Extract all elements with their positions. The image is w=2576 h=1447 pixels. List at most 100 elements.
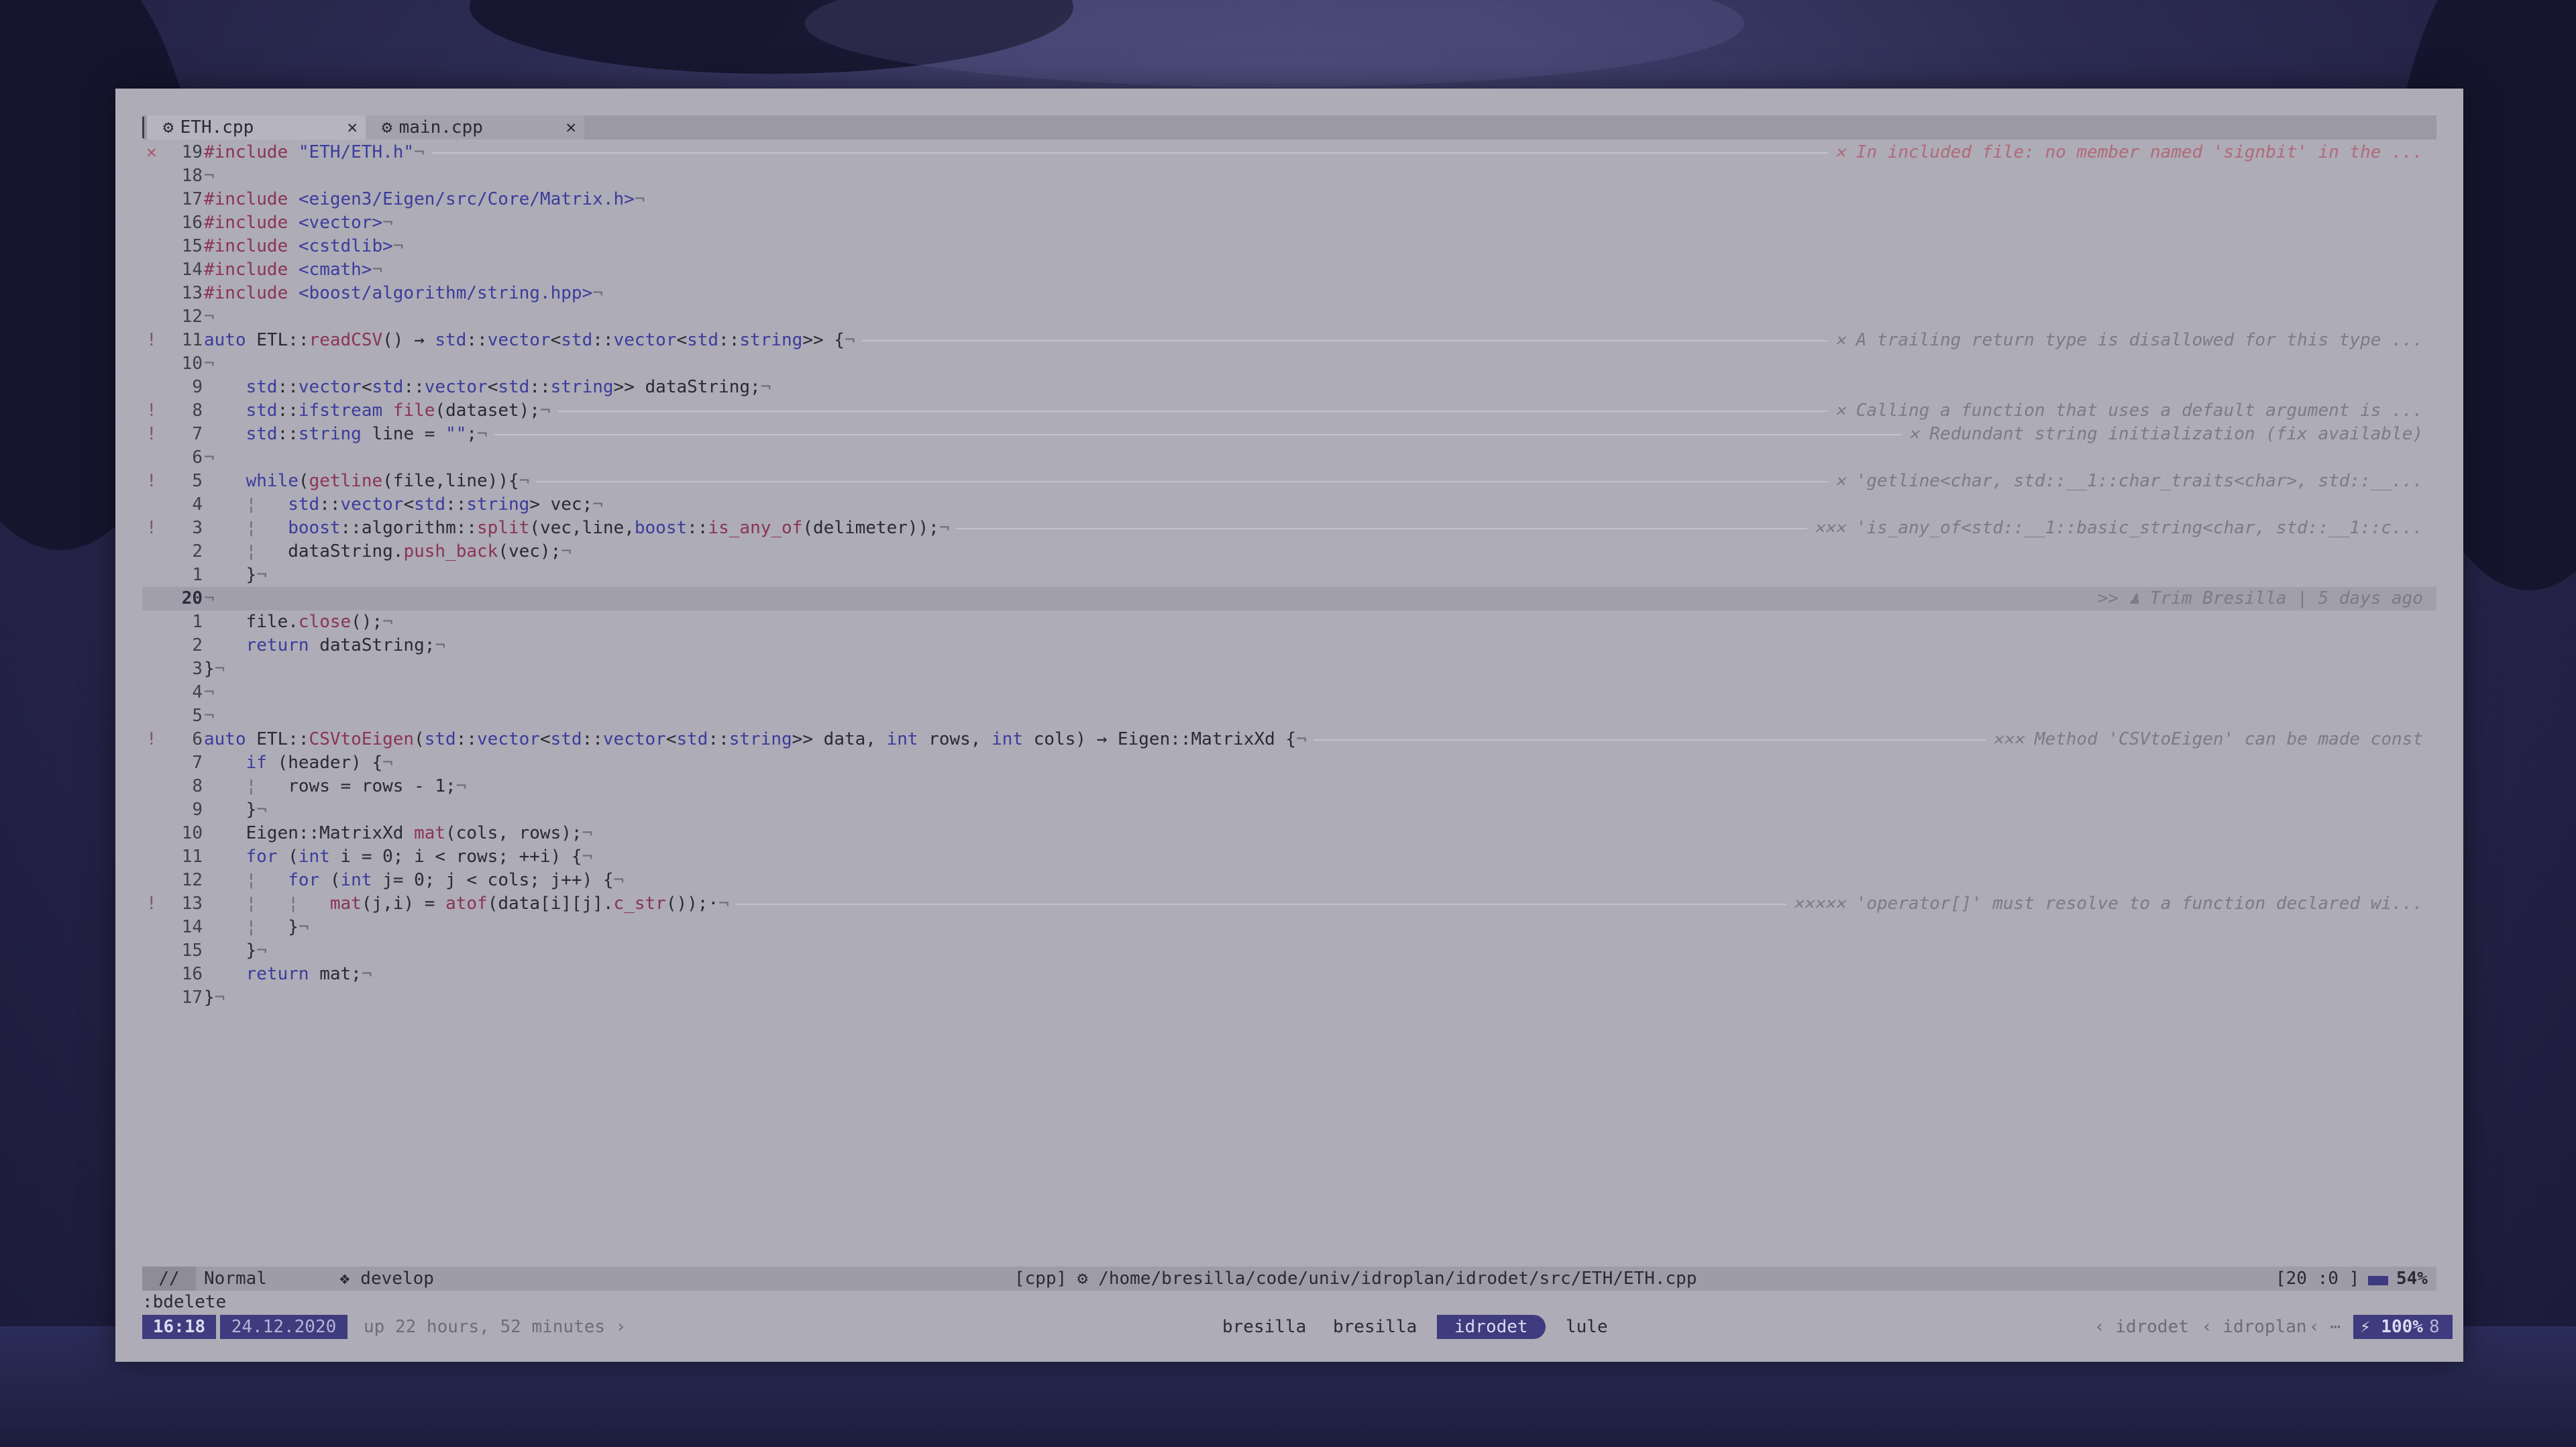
code-text: #include <eigen3/Eigen/src/Core/Matrix.h… [204, 189, 645, 209]
tab-eth-cpp[interactable]: ⚙ ETH.cpp ✕ [147, 115, 366, 140]
code-line[interactable]: 1 file.close();¬ [142, 610, 2436, 634]
code-text: #include <boost/algorithm/string.hpp>¬ [204, 283, 603, 303]
line-number: 8 [192, 776, 203, 796]
line-number: 3 [192, 659, 203, 679]
code-line[interactable]: 2 ¦ dataString.push_back(vec);¬ [142, 540, 2436, 564]
code-line[interactable]: 10 Eigen::MatrixXd mat(cols, rows);¬ [142, 822, 2436, 845]
line-number: 9 [192, 800, 203, 820]
line-number: 20 [181, 588, 203, 608]
line-number: 16 [181, 213, 203, 233]
code-line[interactable]: 2 return dataString;¬ [142, 634, 2436, 657]
code-line[interactable]: ✕ 19 #include "ETH/ETH.h"¬ ✕ In included fi… [142, 141, 2436, 164]
code-line[interactable]: 7 if (header) {¬ [142, 751, 2436, 775]
code-line[interactable]: ! 7 std::string line = "";¬ ✕ Redundant st… [142, 423, 2436, 446]
cursor-position: [20 :0 ] [2275, 1269, 2360, 1289]
code-text: return mat;¬ [246, 964, 372, 984]
line-number: 4 [192, 494, 203, 515]
code-line[interactable]: 1 }¬ [142, 564, 2436, 587]
code-text: ¬ [204, 706, 215, 726]
code-line[interactable]: ! 13 ¦ ¦ mat(j,i) = atof(data[i][j].c_str… [142, 892, 2436, 916]
code-text: ¬ [204, 354, 215, 374]
line-number: 4 [192, 682, 203, 702]
diagnostic-connector [956, 528, 1808, 529]
code-line[interactable]: 11 for (int i = 0; i < rows; ++i) {¬ [142, 845, 2436, 869]
line-number: 5 [192, 471, 203, 491]
tmux-window-1[interactable]: bresilla [1222, 1315, 1306, 1339]
code-text: std::string line = "";¬ [246, 424, 488, 444]
command-line[interactable]: :bdelete [142, 1291, 226, 1314]
code-editor[interactable]: ✕ 19 #include "ETH/ETH.h"¬ ✕ In included fi… [142, 141, 2436, 1335]
code-line[interactable]: 17}¬ [142, 986, 2436, 1010]
line-number: 3 [192, 518, 203, 538]
code-line[interactable]: ! 3 ¦ boost::algorithm::split(vec,line,bo… [142, 517, 2436, 540]
close-icon[interactable]: ✕ [347, 117, 358, 138]
line-number: 6 [192, 729, 203, 749]
status-separator: // [142, 1267, 196, 1291]
battery-indicator: ⚡ 100% [2353, 1315, 2430, 1339]
code-text: }¬ [204, 987, 225, 1008]
line-number: 6 [192, 447, 203, 468]
warning-sign-icon: ! [146, 518, 157, 538]
line-number: 13 [181, 283, 203, 303]
scroll-percent: 54% [2396, 1269, 2428, 1289]
code-text: for (int i = 0; i < rows; ++i) {¬ [246, 847, 593, 867]
code-text: ¦ std::vector<std::string> vec;¬ [246, 494, 603, 515]
path-segment: ‹ ⋯ [2309, 1317, 2341, 1337]
code-line[interactable]: 4 ¦ std::vector<std::string> vec;¬ [142, 493, 2436, 517]
code-line[interactable]: ! 6 auto ETL::CSVtoEigen(std::vector<std::… [142, 728, 2436, 751]
code-line[interactable]: 15 }¬ [142, 939, 2436, 963]
date: 24.12.2020 [220, 1315, 347, 1339]
code-line[interactable]: 15 #include <cstdlib>¬ [142, 235, 2436, 258]
code-line[interactable]: 10 ¬ [142, 352, 2436, 376]
diagnostic-message: ✕ Calling a function that uses a default… [1835, 400, 2423, 421]
code-line[interactable]: ! 8 std::ifstream file(dataset);¬ ✕ Callin… [142, 399, 2436, 423]
tmux-window-2[interactable]: bresilla [1333, 1315, 1417, 1339]
clock: 16:18 [142, 1315, 216, 1339]
mode-indicator: Normal [204, 1269, 267, 1289]
code-line[interactable]: 5 ¬ [142, 704, 2436, 728]
warning-sign-icon: ! [146, 471, 157, 491]
tmux-window-4[interactable]: lule [1566, 1315, 1608, 1339]
code-line[interactable]: 9 }¬ [142, 798, 2436, 822]
code-line[interactable]: 16 #include <vector>¬ [142, 211, 2436, 235]
close-icon[interactable]: ✕ [566, 117, 576, 138]
tabbar-cursor [142, 117, 144, 138]
code-line[interactable]: 8 ¦ rows = rows - 1;¬ [142, 775, 2436, 798]
git-branch: ❖ develop [339, 1269, 434, 1289]
code-line[interactable]: 12 ¦ for (int j= 0; j < cols; j++) {¬ [142, 869, 2436, 892]
diagnostic-connector [1313, 739, 1986, 741]
code-text: ¦ boost::algorithm::split(vec,line,boost… [246, 518, 950, 538]
code-line[interactable]: 9 std::vector<std::vector<std::string>> … [142, 376, 2436, 399]
line-number: 19 [181, 142, 203, 162]
code-line[interactable]: ! 11 auto ETL::readCSV() → std::vector<std… [142, 329, 2436, 352]
code-text: }¬ [204, 941, 267, 961]
code-line[interactable]: ! 5 while(getline(file,line)){¬ ✕ 'getline… [142, 470, 2436, 493]
code-line[interactable]: 13 #include <boost/algorithm/string.hpp>¬ [142, 282, 2436, 305]
tab-main-cpp[interactable]: ⚙ main.cpp ✕ [366, 115, 584, 140]
code-line[interactable]: 14 ¦ }¬ [142, 916, 2436, 939]
code-line[interactable]: 6 ¬ [142, 446, 2436, 470]
diagnostic-connector [861, 340, 1829, 341]
code-text: ¬ [204, 307, 215, 327]
line-number: 5 [192, 706, 203, 726]
line-number: 7 [192, 424, 203, 444]
code-line[interactable]: 3}¬ [142, 657, 2436, 681]
code-text: #include <cmath>¬ [204, 260, 383, 280]
diagnostic-connector [536, 481, 1829, 482]
line-number: 10 [181, 354, 203, 374]
code-line[interactable]: 16 return mat;¬ [142, 963, 2436, 986]
code-line[interactable]: 4 ¬ [142, 681, 2436, 704]
code-line[interactable]: 12 ¬ [142, 305, 2436, 329]
code-text: ¦ dataString.push_back(vec);¬ [246, 541, 572, 561]
uptime: up 22 hours, 52 minutes › [364, 1317, 627, 1337]
diagnostic-message: ✕ A trailing return type is disallowed f… [1835, 330, 2423, 350]
code-text: std::vector<std::vector<std::string>> da… [246, 377, 771, 397]
wallpaper-mist [805, 0, 1744, 87]
tmux-window-active[interactable]: idrodet [1437, 1315, 1546, 1339]
code-line[interactable]: 18 ¬ [142, 164, 2436, 188]
line-number: 16 [181, 964, 203, 984]
code-line[interactable]: 17 #include <eigen3/Eigen/src/Core/Matrix… [142, 188, 2436, 211]
code-line[interactable]: 14 #include <cmath>¬ [142, 258, 2436, 282]
line-number: 17 [181, 189, 203, 209]
code-line[interactable]: 20 ¬ >> ♟ Trim Bresilla | 5 days ago [142, 587, 2436, 610]
